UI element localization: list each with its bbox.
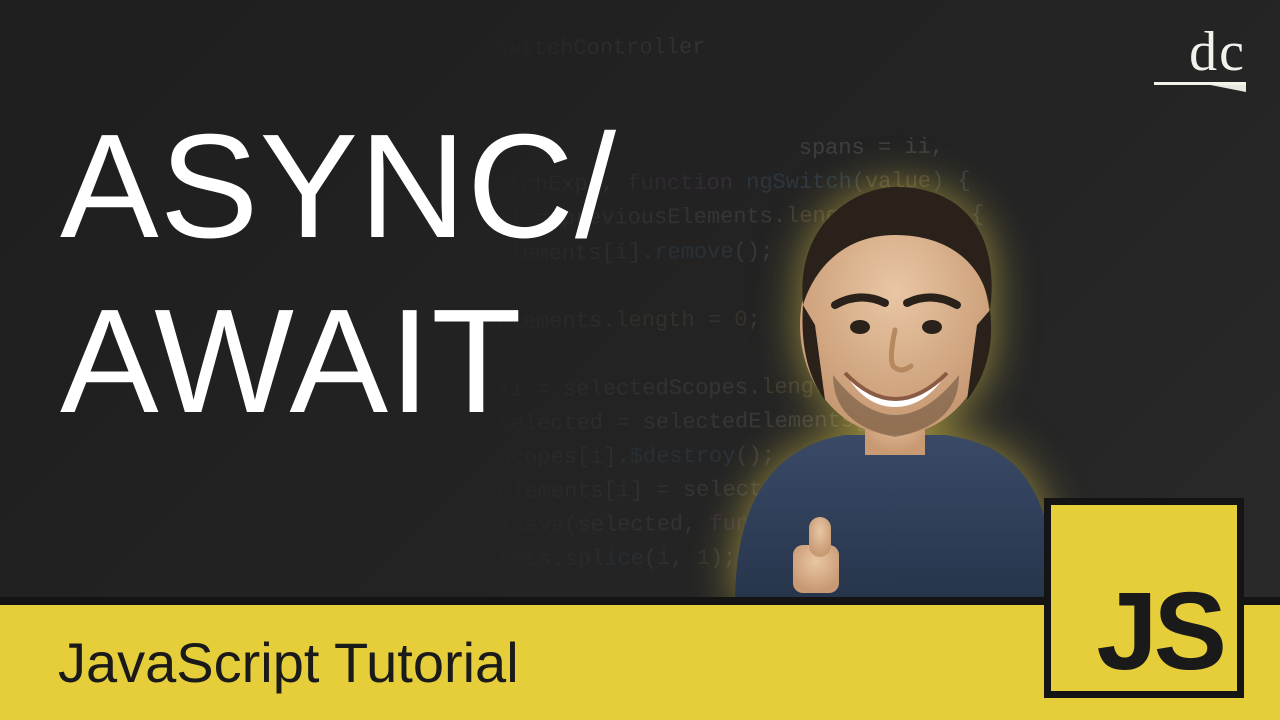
channel-logo-text: dc (1154, 24, 1246, 80)
title-line-1: ASYNC/ (60, 100, 617, 275)
subtitle-text: JavaScript Tutorial (0, 630, 519, 695)
presenter-photo (715, 175, 1075, 605)
js-logo-text: JS (1096, 577, 1223, 687)
js-logo-badge: JS (1044, 498, 1244, 698)
channel-logo: dc (1154, 24, 1246, 94)
channel-logo-underline (1154, 82, 1246, 94)
main-title: ASYNC/ AWAIT (60, 100, 617, 449)
title-line-2: AWAIT (60, 275, 617, 450)
thumbnail-root: ngSwitchController // attr.on, spans = i… (0, 0, 1280, 720)
